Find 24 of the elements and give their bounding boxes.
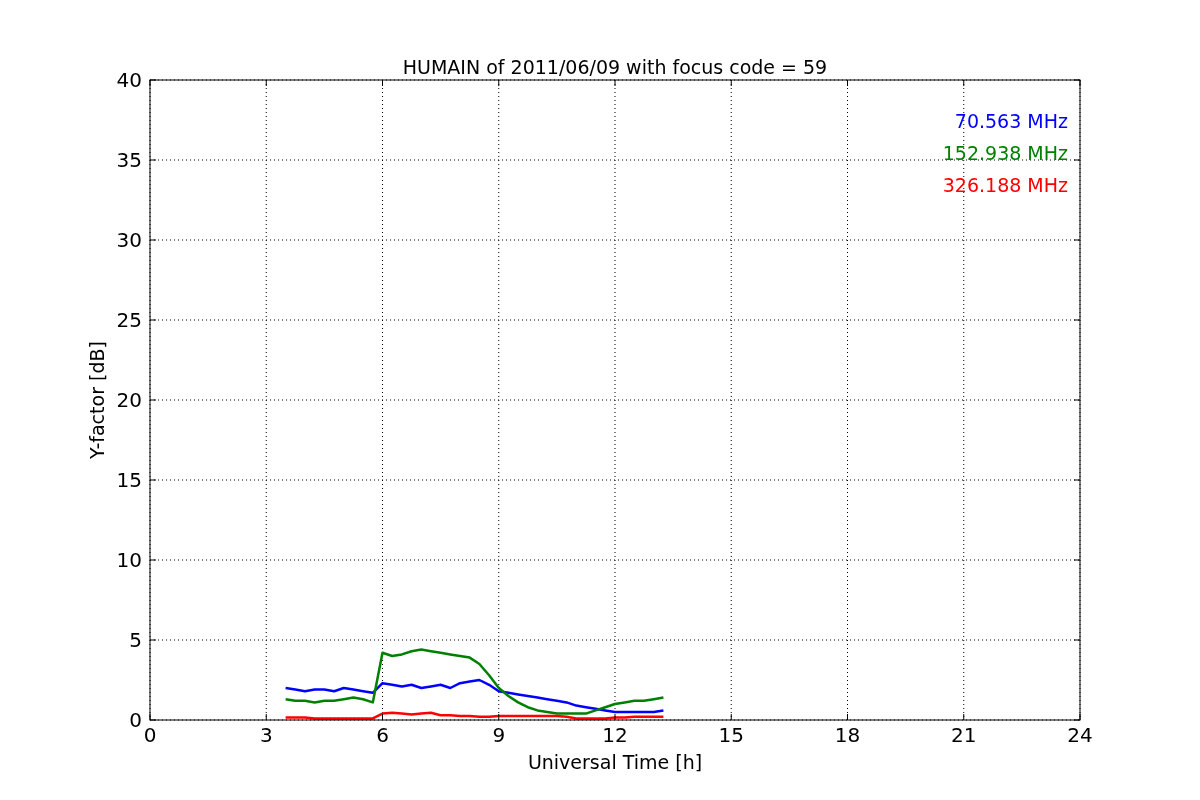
tick-label: 18 — [834, 723, 861, 747]
tick-label: 9 — [492, 723, 506, 747]
tick-label: 25 — [116, 308, 142, 332]
legend-label: 70.563 MHz — [954, 110, 1068, 132]
chart-title: HUMAIN of 2011/06/09 with focus code = 59 — [402, 56, 828, 78]
legend-label: 152.938 MHz — [942, 142, 1068, 164]
tick-label: 6 — [376, 723, 389, 747]
tick-label: 0 — [143, 723, 157, 747]
tick-label: 5 — [129, 628, 142, 652]
tick-label: 15 — [116, 468, 142, 492]
tick-label: 0 — [129, 708, 142, 732]
legend-label: 326.188 MHz — [942, 174, 1068, 196]
tick-label: 40 — [116, 68, 142, 92]
tick-label: 35 — [116, 148, 142, 172]
tick-label: 3 — [259, 723, 273, 747]
tick-label: 30 — [116, 228, 142, 252]
axis-label: Y-factor [dB] — [86, 341, 108, 459]
tick-label: 10 — [116, 548, 142, 572]
tick-label: 20 — [116, 388, 142, 412]
tick-label: 24 — [1067, 723, 1093, 747]
tick-label: 21 — [951, 723, 977, 747]
tick-label: 12 — [602, 723, 628, 747]
axis-label: Universal Time [h] — [527, 751, 703, 773]
tick-label: 15 — [718, 723, 744, 747]
